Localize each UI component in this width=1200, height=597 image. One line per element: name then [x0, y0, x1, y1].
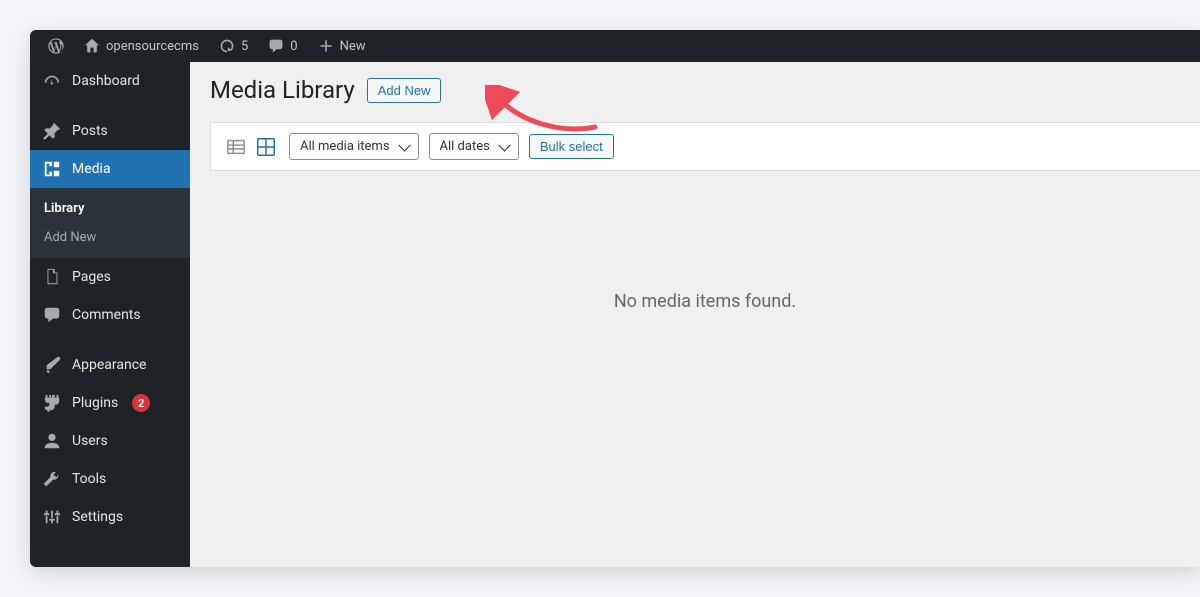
user-icon: [42, 431, 62, 451]
sidebar-item-media[interactable]: Media: [30, 150, 190, 188]
submenu-item-add-new[interactable]: Add New: [30, 223, 190, 252]
sidebar-item-comments[interactable]: Comments: [30, 296, 190, 334]
sidebar-item-dashboard[interactable]: Dashboard: [30, 62, 190, 100]
sidebar-item-pages[interactable]: Pages: [30, 258, 190, 296]
sidebar-item-plugins[interactable]: Plugins 2: [30, 384, 190, 422]
sidebar-item-label: Pages: [72, 269, 111, 285]
app-window: opensourcecms 5 0 New: [30, 30, 1200, 567]
empty-state-message: No media items found.: [210, 291, 1200, 312]
wp-logo[interactable]: [38, 30, 74, 62]
sidebar-item-posts[interactable]: Posts: [30, 112, 190, 150]
sidebar-item-label: Appearance: [72, 357, 146, 373]
admin-sidebar: Dashboard Posts Media Library: [30, 62, 190, 567]
comment-icon: [42, 305, 62, 325]
sidebar-item-label: Users: [72, 433, 108, 449]
bulk-select-button[interactable]: Bulk select: [529, 134, 614, 159]
page-title: Media Library: [210, 76, 355, 104]
view-list-button[interactable]: [223, 134, 249, 160]
sidebar-item-label: Comments: [72, 307, 141, 323]
new-label: New: [340, 39, 366, 54]
pin-icon: [42, 121, 62, 141]
submenu-item-library[interactable]: Library: [30, 194, 190, 223]
sidebar-item-settings[interactable]: Settings: [30, 498, 190, 536]
media-type-filter[interactable]: All media items: [289, 133, 419, 160]
media-toolbar: All media items All dates Bulk select: [210, 122, 1200, 171]
updates-link[interactable]: 5: [209, 30, 258, 62]
wordpress-icon: [48, 38, 64, 54]
update-badge: 2: [132, 394, 150, 412]
add-new-button[interactable]: Add New: [367, 78, 442, 103]
home-icon: [84, 38, 100, 54]
new-content-link[interactable]: New: [308, 30, 376, 62]
sidebar-item-label: Settings: [72, 509, 123, 525]
update-icon: [219, 38, 235, 54]
sidebar-item-label: Posts: [72, 123, 108, 139]
sidebar-item-users[interactable]: Users: [30, 422, 190, 460]
plus-icon: [318, 38, 334, 54]
plugin-icon: [42, 393, 62, 413]
sliders-icon: [42, 507, 62, 527]
sidebar-item-label: Plugins: [72, 395, 118, 411]
media-icon: [42, 159, 62, 179]
sidebar-item-tools[interactable]: Tools: [30, 460, 190, 498]
sidebar-item-label: Media: [72, 161, 111, 177]
wrench-icon: [42, 469, 62, 489]
sidebar-item-appearance[interactable]: Appearance: [30, 346, 190, 384]
site-name-link[interactable]: opensourcecms: [74, 30, 209, 62]
view-grid-button[interactable]: [253, 134, 279, 160]
updates-count: 5: [241, 39, 248, 54]
sidebar-item-label: Dashboard: [72, 73, 140, 89]
brush-icon: [42, 355, 62, 375]
date-filter[interactable]: All dates: [429, 133, 519, 160]
comments-count: 0: [290, 39, 297, 54]
dashboard-icon: [42, 71, 62, 91]
main-content: Media Library Add New All media items Al…: [190, 62, 1200, 567]
pages-icon: [42, 267, 62, 287]
comment-icon: [268, 38, 284, 54]
admin-bar: opensourcecms 5 0 New: [30, 30, 1200, 62]
comments-link[interactable]: 0: [258, 30, 307, 62]
site-name: opensourcecms: [106, 39, 199, 54]
media-submenu: Library Add New: [30, 188, 190, 258]
sidebar-item-label: Tools: [72, 471, 106, 487]
